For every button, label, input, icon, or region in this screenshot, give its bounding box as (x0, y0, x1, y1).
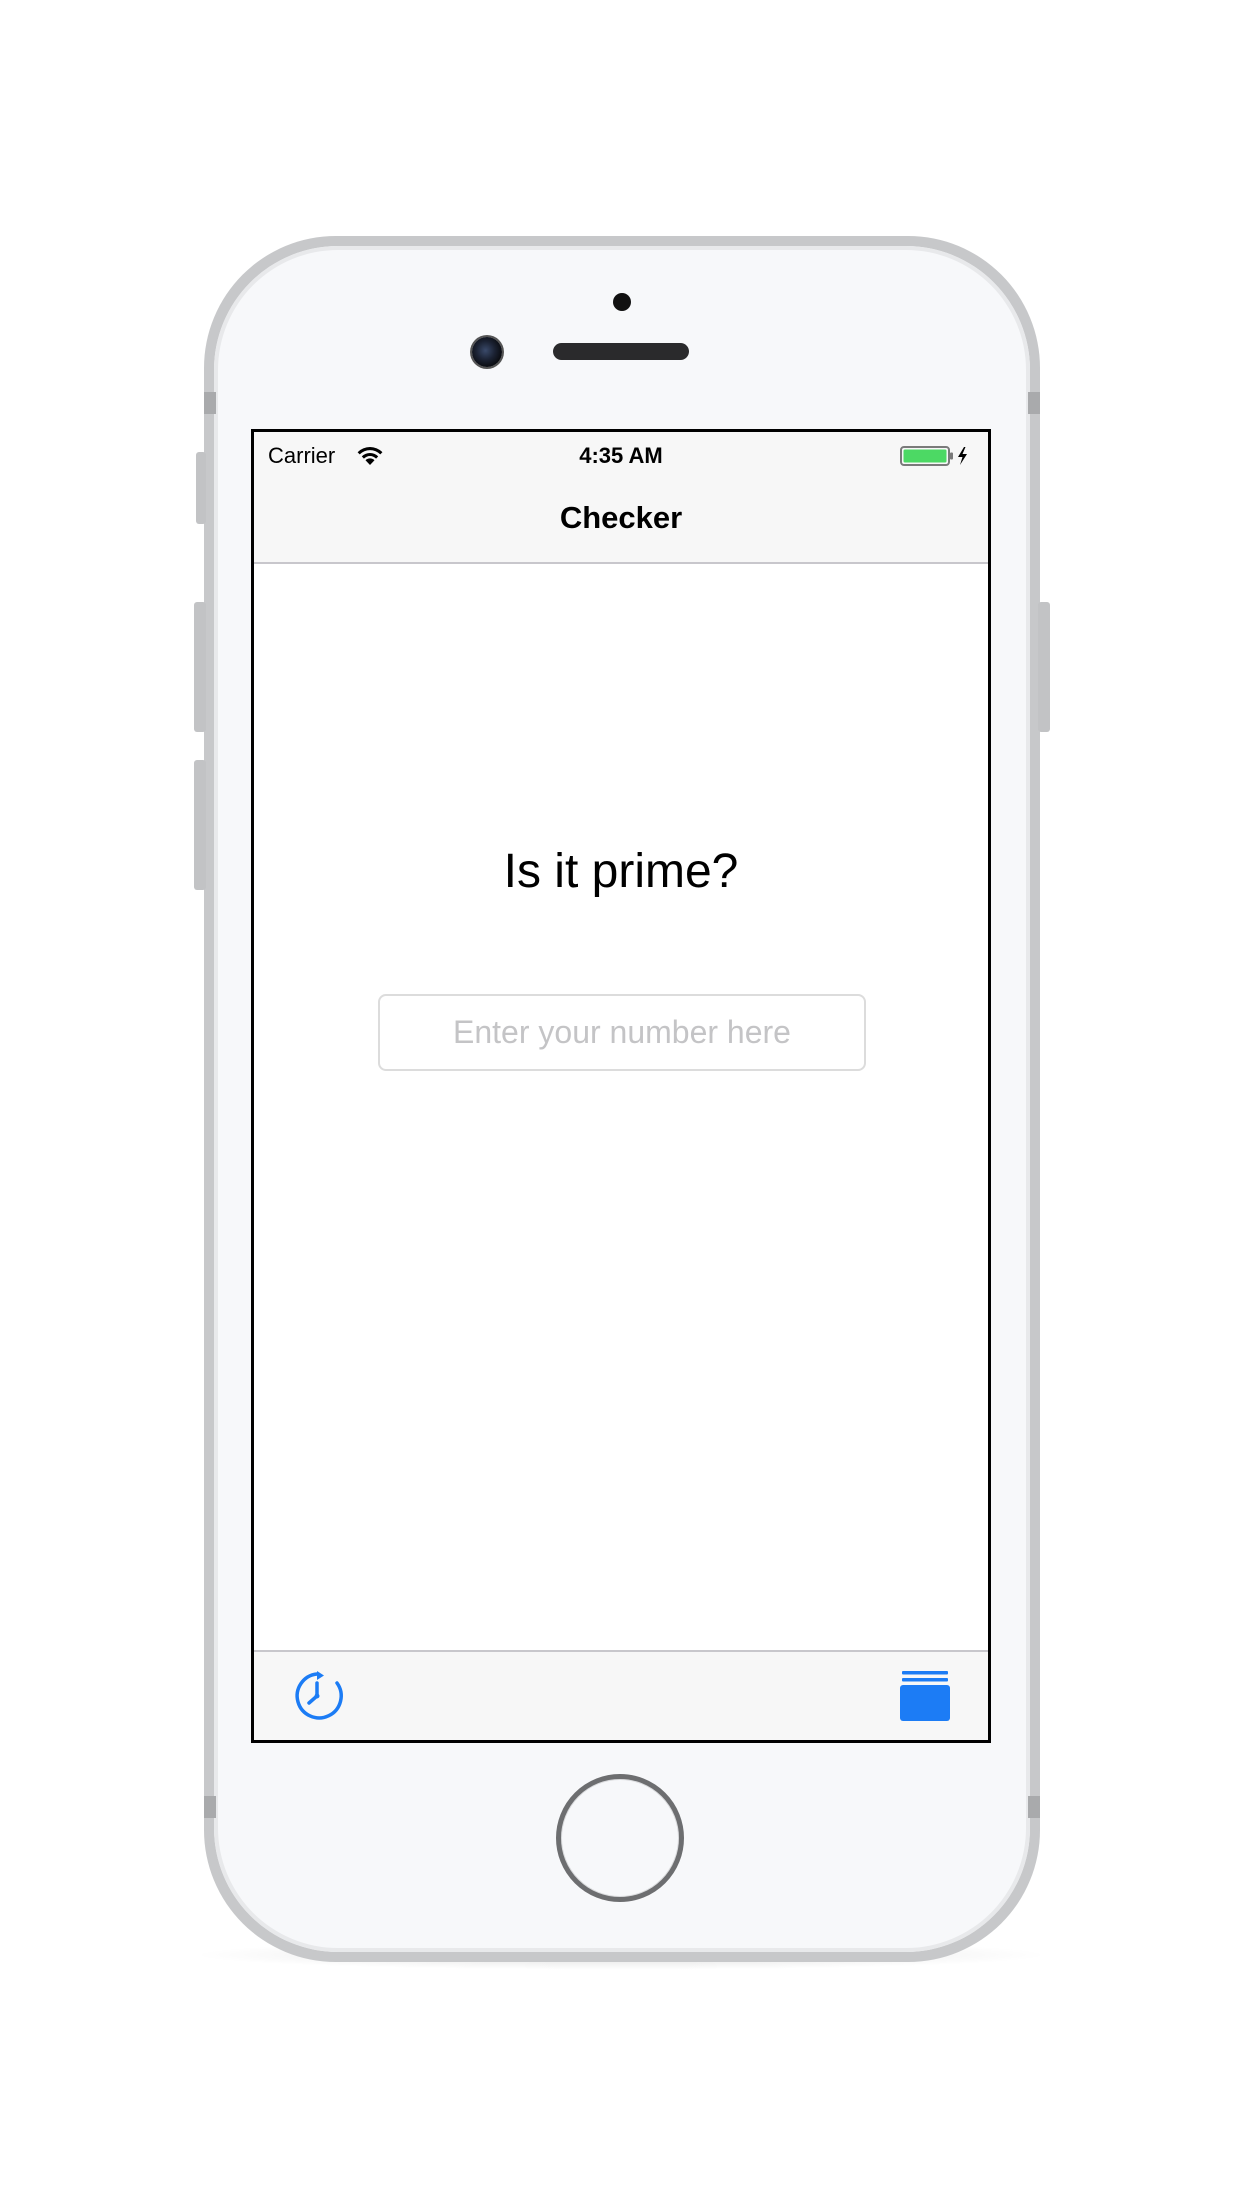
home-button[interactable] (556, 1774, 684, 1902)
antenna-band (204, 1796, 216, 1818)
volume-down-button (194, 760, 206, 890)
battery-icon (900, 446, 967, 466)
status-time: 4:35 AM (579, 443, 663, 468)
number-input[interactable] (378, 994, 866, 1071)
navigation-bar: Checker (254, 472, 988, 564)
tab-bar (254, 1650, 988, 1740)
page-title: Checker (559, 500, 683, 535)
app-screen: Carrier 4:35 AM Checker Is it prime? (251, 429, 991, 1743)
front-camera (472, 337, 502, 367)
proximity-sensor (613, 293, 631, 311)
antenna-band (204, 392, 216, 414)
prime-question-heading: Is it prime? (503, 845, 739, 898)
mute-switch (196, 452, 206, 524)
stack-icon[interactable] (896, 1667, 954, 1725)
antenna-band (1028, 392, 1040, 414)
history-clock-icon[interactable] (288, 1667, 346, 1725)
power-button (1038, 602, 1050, 732)
antenna-band (1028, 1796, 1040, 1818)
volume-up-button (194, 602, 206, 732)
earpiece-speaker (553, 343, 689, 360)
status-bar: Carrier 4:35 AM (254, 432, 988, 472)
device-frame: Carrier 4:35 AM Checker Is it prime? (0, 0, 1242, 2208)
